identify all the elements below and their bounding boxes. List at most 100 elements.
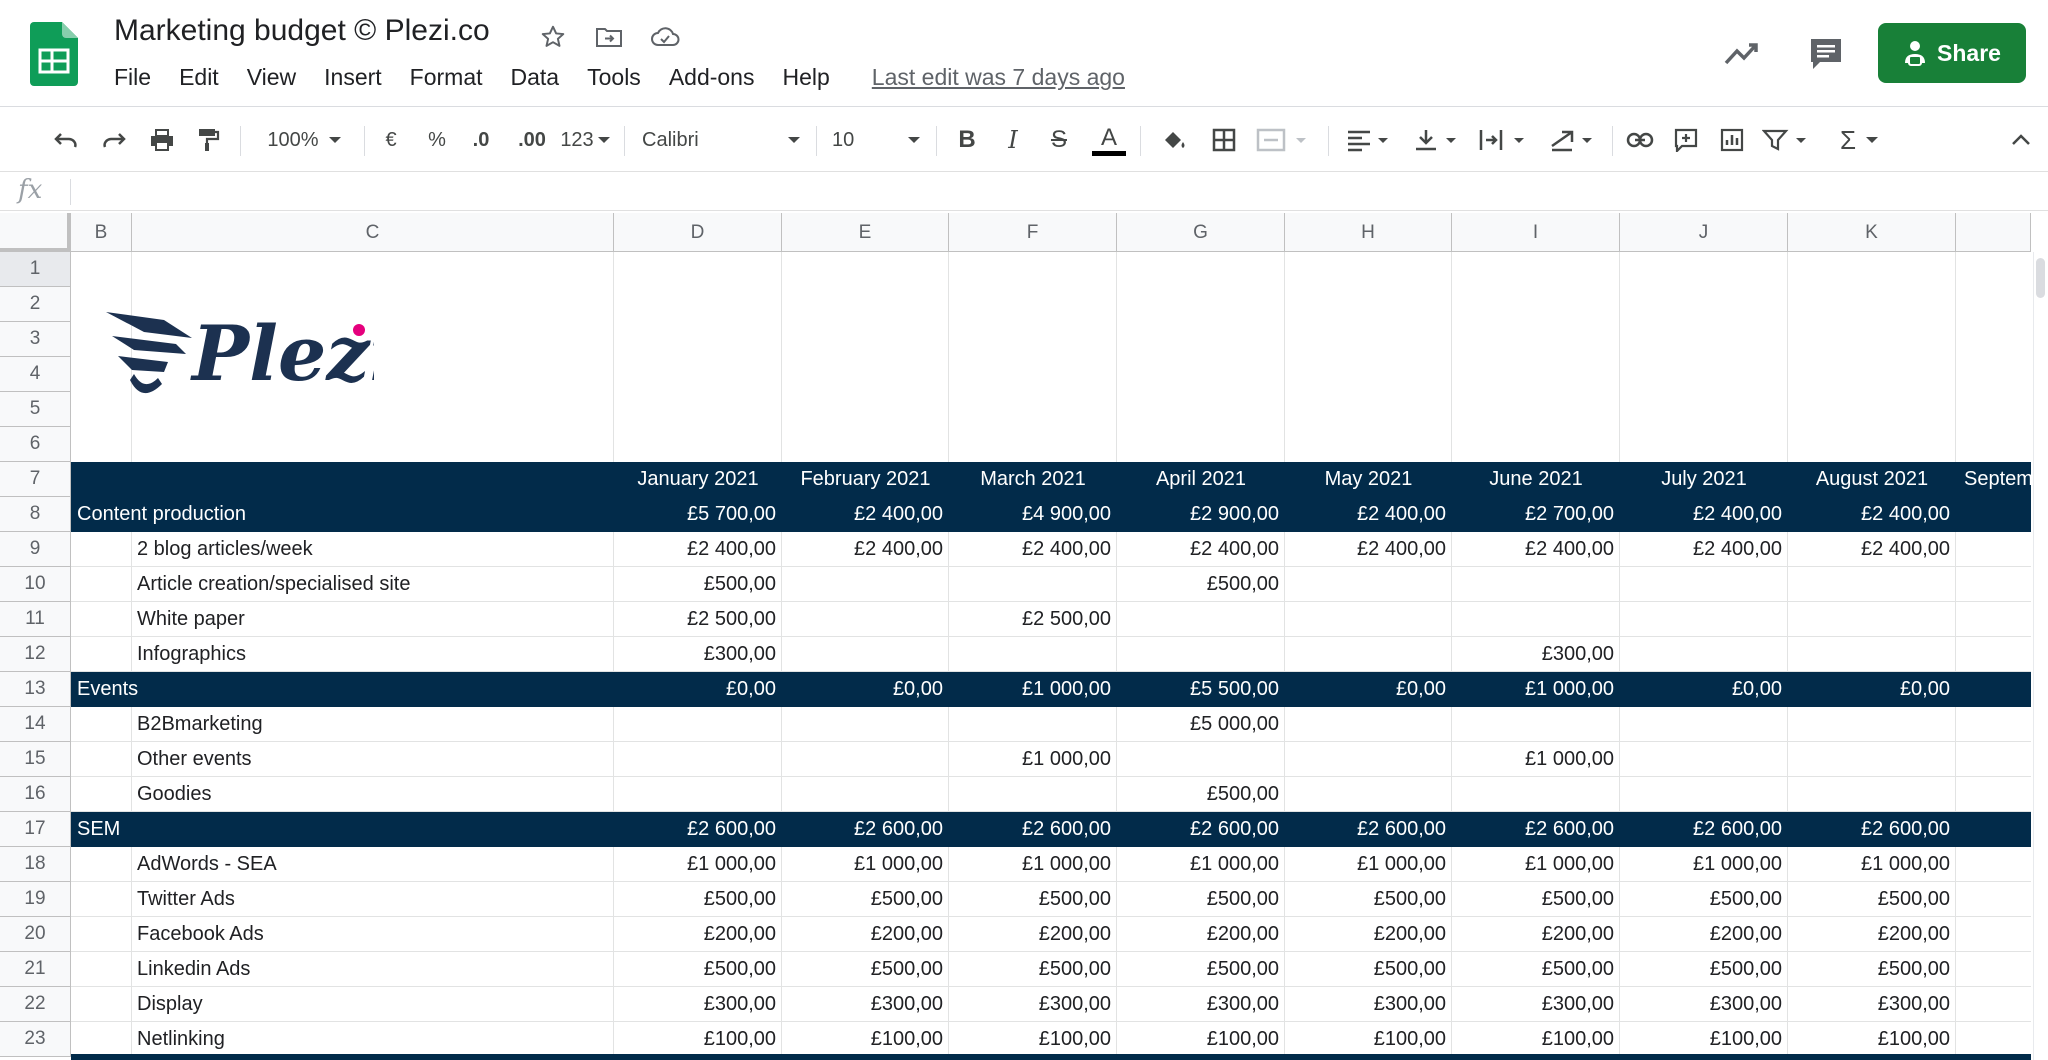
column-header-k[interactable]: K [1788, 213, 1956, 252]
value-cell[interactable]: £1 000,00 [1620, 847, 1788, 882]
value-cell[interactable] [1788, 637, 1956, 672]
month-header-cell[interactable]: July 2021 [1620, 462, 1788, 497]
row-header-14[interactable]: 14 [0, 707, 71, 742]
value-cell[interactable] [949, 567, 1117, 602]
value-cell[interactable]: £500,00 [1117, 882, 1285, 917]
value-cell[interactable] [949, 707, 1117, 742]
value-cell[interactable]: £500,00 [614, 567, 782, 602]
value-cell[interactable] [1452, 602, 1620, 637]
value-cell[interactable] [614, 742, 782, 777]
month-header-cell[interactable]: Septem [1956, 462, 2031, 497]
value-cell[interactable]: £100,00 [1117, 1022, 1285, 1057]
value-cell[interactable]: £500,00 [1117, 567, 1285, 602]
functions-button[interactable]: Σ [1832, 118, 1886, 162]
row-header-18[interactable]: 18 [0, 847, 71, 882]
value-cell[interactable]: £4 900,00 [949, 497, 1117, 532]
row-header-4[interactable]: 4 [0, 357, 71, 392]
item-label-cell[interactable]: 2 blog articles/week [71, 532, 614, 567]
item-label-cell[interactable]: Netlinking [71, 1022, 614, 1057]
value-cell[interactable]: £5 500,00 [1117, 672, 1285, 707]
item-label-cell[interactable]: AdWords - SEA [71, 847, 614, 882]
text-color-button[interactable]: A [1090, 118, 1128, 162]
value-cell[interactable]: £2 400,00 [1117, 532, 1285, 567]
value-cell[interactable]: £300,00 [1788, 987, 1956, 1022]
item-label-cell[interactable]: Linkedin Ads [71, 952, 614, 987]
row-header-9[interactable]: 9 [0, 532, 71, 567]
month-header-cell[interactable]: April 2021 [1117, 462, 1285, 497]
zoom-select[interactable]: 100% [256, 118, 352, 162]
column-header-d[interactable]: D [614, 213, 782, 252]
comment-history-icon[interactable] [1806, 34, 1846, 74]
value-cell[interactable]: £500,00 [614, 952, 782, 987]
value-cell[interactable] [1788, 707, 1956, 742]
value-cell[interactable] [1117, 637, 1285, 672]
item-label-cell[interactable]: Article creation/specialised site [71, 567, 614, 602]
percent-format-button[interactable]: % [422, 118, 452, 162]
value-cell[interactable] [1788, 742, 1956, 777]
value-cell[interactable] [1620, 602, 1788, 637]
column-header-h[interactable]: H [1285, 213, 1452, 252]
value-cell[interactable] [1788, 602, 1956, 637]
item-label-cell[interactable]: Infographics [71, 637, 614, 672]
value-cell[interactable]: £2 700,00 [1452, 497, 1620, 532]
value-cell[interactable]: £500,00 [1452, 882, 1620, 917]
value-cell[interactable]: £100,00 [1788, 1022, 1956, 1057]
value-cell[interactable] [1620, 777, 1788, 812]
column-header-b[interactable]: B [71, 213, 132, 252]
month-header-cell[interactable]: February 2021 [782, 462, 949, 497]
value-cell[interactable]: £2 400,00 [1620, 497, 1788, 532]
value-cell[interactable]: £2 400,00 [782, 497, 949, 532]
move-folder-icon[interactable] [592, 20, 626, 54]
value-cell[interactable]: £500,00 [1285, 882, 1452, 917]
strikethrough-button[interactable]: S [1042, 118, 1076, 162]
item-label-cell[interactable]: Other events [71, 742, 614, 777]
value-cell[interactable]: £2 600,00 [1452, 812, 1620, 847]
value-cell[interactable]: £500,00 [1620, 882, 1788, 917]
item-label-cell[interactable]: B2Bmarketing [71, 707, 614, 742]
select-all-corner[interactable] [0, 213, 71, 252]
value-cell[interactable]: £500,00 [1285, 952, 1452, 987]
value-cell[interactable] [1285, 567, 1452, 602]
value-cell[interactable] [782, 777, 949, 812]
item-label-cell[interactable]: Facebook Ads [71, 917, 614, 952]
value-cell[interactable]: £500,00 [782, 882, 949, 917]
value-cell[interactable]: £2 600,00 [1788, 812, 1956, 847]
row-header-7[interactable]: 7 [0, 462, 71, 497]
value-cell[interactable]: £2 400,00 [1788, 497, 1956, 532]
value-cell[interactable] [949, 777, 1117, 812]
month-header-cell[interactable]: May 2021 [1285, 462, 1452, 497]
filter-icon[interactable] [1760, 118, 1816, 162]
share-button[interactable]: Share [1878, 23, 2026, 83]
row-header-17[interactable]: 17 [0, 812, 71, 847]
value-cell[interactable] [1452, 567, 1620, 602]
row-header-3[interactable]: 3 [0, 322, 71, 357]
scrollbar-thumb[interactable] [2036, 258, 2045, 298]
month-header-cell[interactable]: January 2021 [614, 462, 782, 497]
menu-addons[interactable]: Add-ons [655, 64, 769, 91]
section-label-cell[interactable]: SEM [71, 812, 614, 847]
italic-button[interactable]: I [996, 118, 1030, 162]
column-header-g[interactable]: G [1117, 213, 1285, 252]
value-cell[interactable] [1452, 777, 1620, 812]
value-cell[interactable]: £2 600,00 [782, 812, 949, 847]
value-cell[interactable]: £100,00 [614, 1022, 782, 1057]
sheets-logo-icon[interactable] [30, 22, 78, 86]
value-cell[interactable]: £200,00 [1620, 917, 1788, 952]
value-cell[interactable]: £2 400,00 [1285, 532, 1452, 567]
value-cell[interactable]: £500,00 [1117, 777, 1285, 812]
value-cell[interactable]: £2 400,00 [614, 532, 782, 567]
menu-data[interactable]: Data [497, 64, 574, 91]
value-cell[interactable]: £300,00 [614, 987, 782, 1022]
value-cell[interactable]: £300,00 [949, 987, 1117, 1022]
value-cell[interactable]: £500,00 [1788, 952, 1956, 987]
value-cell[interactable]: £2 400,00 [782, 532, 949, 567]
value-cell[interactable] [1620, 637, 1788, 672]
row-header-12[interactable]: 12 [0, 637, 71, 672]
column-header-e[interactable]: E [782, 213, 949, 252]
undo-icon[interactable] [46, 118, 86, 162]
value-cell[interactable]: £300,00 [614, 637, 782, 672]
value-cell[interactable]: £1 000,00 [1117, 847, 1285, 882]
value-cell[interactable]: £500,00 [1788, 882, 1956, 917]
star-icon[interactable] [536, 20, 570, 54]
insert-comment-icon[interactable] [1668, 118, 1704, 162]
